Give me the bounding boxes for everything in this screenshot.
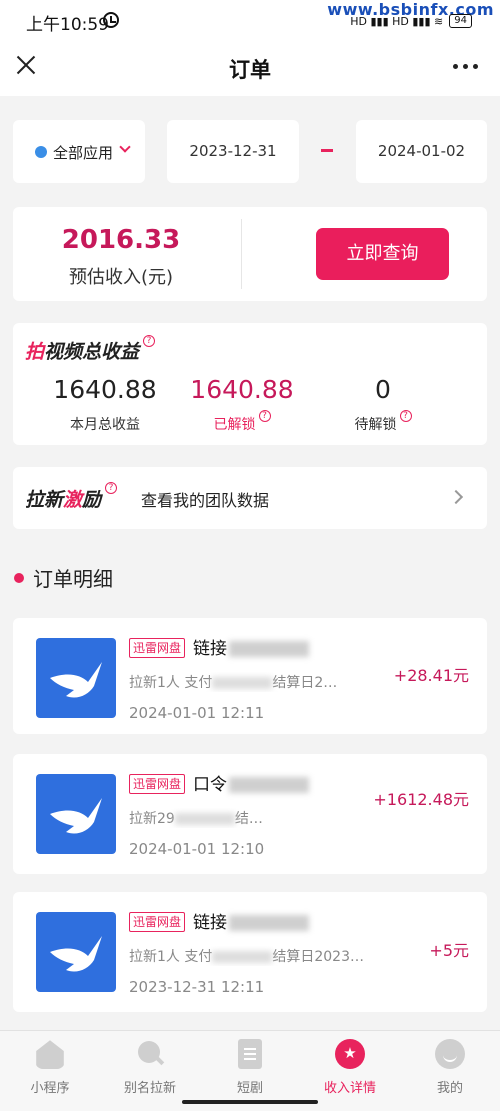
order-description: 拉新1人 支付 结算日2…: [129, 675, 338, 691]
platform-tag: 迅雷网盘: [129, 638, 186, 658]
tab-label: 别名拉新: [123, 1081, 176, 1096]
stat-value: 1640.88: [190, 375, 294, 404]
order-title: 链接: [193, 908, 309, 933]
order-card[interactable]: 迅雷网盘 链接 拉新1人 支付 结算日2… 2024-01-01 12:11 +2…: [13, 618, 487, 734]
tab-label: 小程序: [30, 1081, 70, 1096]
order-title: 链接: [193, 634, 309, 659]
redacted-text: [212, 677, 273, 689]
order-details-header: 订单明细: [14, 563, 113, 592]
redacted-text: [212, 951, 273, 963]
tab-label: 我的: [436, 1081, 463, 1096]
xunlei-bird-icon: [36, 912, 116, 992]
unlocked-stat: 1640.88 已解锁?: [172, 375, 312, 434]
signal-icon: HD ▮▮▮ HD ▮▮▮ ≋: [350, 14, 444, 28]
platform-tag: 迅雷网盘: [129, 912, 186, 932]
stat-label: 已解锁?: [172, 410, 312, 434]
order-title: 口令: [193, 770, 309, 795]
redacted-text: [174, 813, 235, 825]
order-amount: +1612.48元: [373, 790, 469, 809]
system-icons: HD ▮▮▮ HD ▮▮▮ ≋ 94: [350, 14, 472, 28]
tab-label: 短剧: [236, 1081, 263, 1096]
video-earnings-card: 拍视频总收益? 1640.88 本月总收益 1640.88 已解锁? 0 待解锁…: [13, 323, 487, 445]
tab-label: 收入详情: [323, 1081, 376, 1096]
referral-incentive-title: 拉新激励?: [25, 482, 118, 512]
order-description: 拉新29 结…: [129, 811, 263, 827]
app-filter-dropdown[interactable]: 全部应用: [13, 120, 145, 183]
income-badge-icon: [335, 1039, 365, 1069]
search-icon: [135, 1039, 165, 1069]
more-options-icon[interactable]: [453, 64, 478, 69]
tab-short-drama[interactable]: 短剧: [200, 1039, 300, 1096]
start-date-picker[interactable]: 2023-12-31: [167, 120, 299, 183]
stat-value: 1640.88: [53, 375, 157, 404]
section-title: 订单明细: [33, 567, 113, 591]
stat-label: 本月总收益: [70, 417, 140, 433]
redacted-text: [229, 641, 309, 657]
date-range-separator: [321, 149, 333, 152]
estimated-income-amount: 2016.33: [61, 225, 181, 255]
bullet-icon: [14, 572, 24, 583]
profile-icon: [435, 1039, 465, 1069]
tab-income-details[interactable]: 收入详情: [300, 1039, 400, 1096]
order-time: 2024-01-01 12:11: [129, 704, 265, 722]
help-icon[interactable]: ?: [258, 410, 271, 422]
estimated-income-label: 预估收入(元): [68, 267, 174, 288]
platform-tag: 迅雷网盘: [129, 774, 186, 794]
document-icon: [238, 1039, 262, 1069]
redacted-text: [229, 915, 309, 931]
pending-stat: 0 待解锁?: [313, 375, 453, 434]
home-icon: [36, 1040, 64, 1069]
video-earnings-title: 拍视频总收益?: [25, 335, 156, 364]
order-time: 2024-01-01 12:10: [129, 840, 265, 858]
redacted-text: [229, 777, 309, 793]
home-indicator[interactable]: [182, 1100, 318, 1104]
order-amount: +28.41元: [393, 666, 469, 685]
end-date-picker[interactable]: 2024-01-02: [356, 120, 487, 183]
battery-icon: 94: [449, 14, 472, 28]
tab-me[interactable]: 我的: [400, 1039, 500, 1096]
order-amount: +5元: [429, 941, 469, 960]
status-bar: 上午10:59 www.bsbinfx.com HD ▮▮▮ HD ▮▮▮ ≋ …: [0, 0, 500, 40]
order-time: 2023-12-31 12:11: [129, 978, 265, 996]
tab-mini-program[interactable]: 小程序: [0, 1039, 100, 1096]
query-button[interactable]: 立即查询: [316, 228, 449, 280]
team-data-link[interactable]: 查看我的团队数据: [141, 487, 269, 511]
alarm-icon: [103, 12, 119, 28]
divider: [241, 219, 242, 289]
app-filter-icon: [35, 146, 47, 158]
help-icon[interactable]: ?: [143, 335, 156, 347]
chevron-down-icon: [119, 141, 131, 153]
navigation-bar: 订单: [0, 40, 500, 96]
end-date-value: 2024-01-02: [377, 142, 466, 160]
income-summary-card: 2016.33 预估收入(元) 立即查询: [13, 207, 487, 301]
stat-label: 待解锁?: [313, 410, 453, 434]
tab-alias-referral[interactable]: 别名拉新: [100, 1039, 200, 1096]
order-card[interactable]: 迅雷网盘 口令 拉新29 结… 2024-01-01 12:10 +1612.48…: [13, 754, 487, 874]
help-icon[interactable]: ?: [105, 482, 118, 494]
team-data-row[interactable]: 拉新激励? 查看我的团队数据: [13, 467, 487, 529]
help-icon[interactable]: ?: [399, 410, 412, 422]
app-filter-label: 全部应用: [53, 144, 114, 162]
order-description: 拉新1人 支付 结算日2023…: [129, 949, 364, 965]
start-date-value: 2023-12-31: [189, 142, 277, 160]
xunlei-bird-icon: [36, 774, 116, 854]
stat-value: 0: [375, 375, 391, 404]
bottom-tab-bar: 小程序 别名拉新 短剧 收入详情 我的: [0, 1030, 500, 1111]
chevron-right-icon: [448, 489, 464, 505]
status-time: 上午10:59: [26, 15, 109, 35]
xunlei-bird-icon: [36, 638, 116, 718]
page-title: 订单: [229, 58, 271, 82]
order-card[interactable]: 迅雷网盘 链接 拉新1人 支付 结算日2023… 2023-12-31 12:11…: [13, 892, 487, 1012]
monthly-total-stat: 1640.88 本月总收益: [35, 375, 175, 434]
